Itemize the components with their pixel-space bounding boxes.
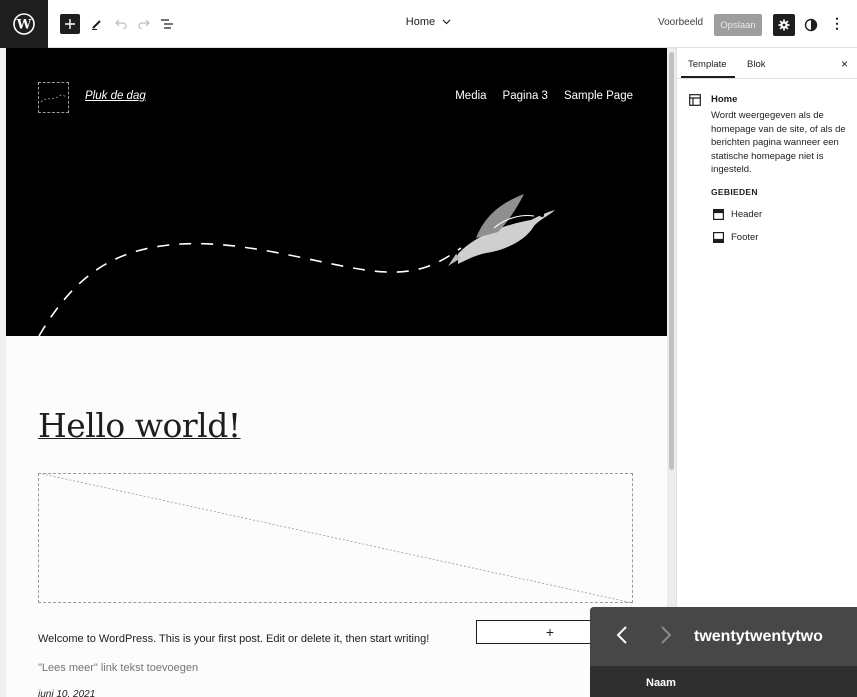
layout-icon xyxy=(689,93,701,111)
styles-button[interactable] xyxy=(803,17,819,33)
nav-item-media[interactable]: Media xyxy=(455,90,486,102)
chevron-left-icon xyxy=(616,626,627,644)
placeholder-diagonal xyxy=(38,473,633,603)
settings-button[interactable] xyxy=(773,14,795,36)
settings-sidebar: Template Blok × Home Wordt weergegeven a… xyxy=(676,48,857,697)
logo-placeholder-icon xyxy=(40,94,67,103)
area-label-footer: Footer xyxy=(731,232,759,243)
areas-heading: GEBIEDEN xyxy=(711,187,758,197)
nav-item-pagina-3[interactable]: Pagina 3 xyxy=(503,90,548,102)
more-options-button[interactable]: ⋮ xyxy=(830,15,844,33)
header-icon xyxy=(713,209,724,220)
template-preview: Pluk de dag Media Pagina 3 Sample Page H… xyxy=(6,48,667,697)
chevron-right-icon xyxy=(661,626,672,644)
area-item-header[interactable]: Header xyxy=(713,209,762,220)
document-title-label: Home xyxy=(405,16,436,28)
post-excerpt[interactable]: Welcome to WordPress. This is your first… xyxy=(38,633,429,645)
area-label-header: Header xyxy=(731,209,763,220)
editor-toolbar: W Home Voorbeeld Opslaan ⋮ xyxy=(0,0,857,48)
back-button[interactable] xyxy=(616,625,628,650)
tab-blok[interactable]: Blok xyxy=(747,59,765,70)
theme-panel-header: twentytwentytwo xyxy=(590,607,857,666)
navigation: Media Pagina 3 Sample Page xyxy=(455,90,633,102)
chevron-down-icon xyxy=(442,19,451,25)
site-logo-placeholder[interactable] xyxy=(38,82,69,113)
post-date: juni 10, 2021 xyxy=(38,689,96,697)
template-name: Home xyxy=(711,94,738,105)
bird-icon xyxy=(448,194,555,266)
theme-panel: twentytwentytwo Naam xyxy=(590,607,857,697)
gear-icon xyxy=(778,19,790,31)
sidebar-tabs: Template Blok × xyxy=(677,48,857,79)
nav-item-sample-page[interactable]: Sample Page xyxy=(564,90,633,102)
read-more-placeholder[interactable]: "Lees meer" link tekst toevoegen xyxy=(38,662,198,674)
close-sidebar-button[interactable]: × xyxy=(841,57,848,71)
footer-icon xyxy=(713,232,724,243)
editor-canvas: Pluk de dag Media Pagina 3 Sample Page H… xyxy=(0,48,676,697)
post-title[interactable]: Hello world! xyxy=(38,406,241,445)
contrast-icon xyxy=(804,18,818,32)
column-header-name: Naam xyxy=(646,677,676,689)
active-tab-indicator xyxy=(681,76,735,78)
featured-image-placeholder[interactable] xyxy=(38,473,633,603)
forward-button[interactable] xyxy=(660,625,672,650)
template-description: Wordt weergegeven als de homepage van de… xyxy=(711,110,846,175)
tab-template[interactable]: Template xyxy=(688,59,727,70)
canvas-scrollbar-thumb[interactable] xyxy=(669,52,674,470)
site-title[interactable]: Pluk de dag xyxy=(85,90,146,102)
save-button[interactable]: Opslaan xyxy=(714,14,762,36)
area-item-footer[interactable]: Footer xyxy=(713,232,758,243)
header-template-part[interactable]: Pluk de dag Media Pagina 3 Sample Page xyxy=(6,48,667,336)
preview-button[interactable]: Voorbeeld xyxy=(658,17,703,28)
theme-name: twentytwentytwo xyxy=(694,628,823,645)
